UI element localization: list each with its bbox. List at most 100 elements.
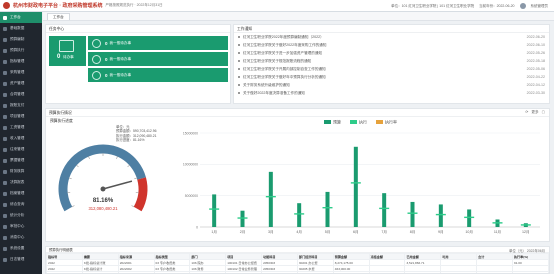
bar-executed <box>467 209 472 227</box>
task-label: 我一般待办事 <box>109 72 132 77</box>
notice-date: 2022-04-12 <box>526 83 545 87</box>
legend-swatch <box>376 120 383 124</box>
pending-task-tile[interactable]: 0 待办事 <box>49 36 86 66</box>
refresh-icon[interactable]: ⟳ <box>525 110 528 115</box>
task-count: 0 <box>105 56 108 62</box>
task-center-panel: 任务中心 0 待办事 0 我一般待办事 0 我一般待办事 0 我一般待办事 <box>45 24 231 104</box>
pending-count: 0 <box>57 54 61 60</box>
gauge-tick <box>88 155 90 159</box>
sidebar-item[interactable]: 档案管理 <box>0 188 42 199</box>
execution-rate: 执行进度：81.16% <box>116 138 145 143</box>
budget-detail-panel: 预算执行明细表 单位（元） 2022年06月 指标号 摘要 指标来源 指标类型 部门 项目… <box>45 246 550 274</box>
sidebar-item[interactable]: 审批中心 <box>0 221 42 232</box>
budget-execution-title: 预算执行情况 <box>46 109 549 117</box>
sidebar-item[interactable]: 采购管理 <box>0 67 42 78</box>
task-center-title: 任务中心 <box>46 25 230 33</box>
sidebar-item[interactable]: 合同管理 <box>0 89 42 100</box>
budget-execution-panel: 预算执行情况 ⟳ 更多 ▢ 预算执行进度 单位：元 预算金额：590,703,4… <box>45 108 550 242</box>
task-tile-2[interactable]: 0 我一般待办事 <box>88 52 228 66</box>
bullet-icon <box>238 76 240 78</box>
bullet-icon <box>238 44 240 46</box>
menu-icon <box>3 213 7 218</box>
gauge-tick <box>71 205 75 208</box>
notice-list: 红河卫生职业学院2022年度预算编制通知（2022） 2022-06-20 红河卫生… <box>234 33 549 97</box>
task-count: 0 <box>105 40 108 46</box>
current-date: 当前年份：2022-06-20 <box>479 3 515 8</box>
sidebar-item-label: 系统设置 <box>10 246 25 250</box>
bar-executed <box>410 201 415 227</box>
notice-item[interactable]: 红河卫生职业学院关于规范报账流程的通知 2022-05-18 <box>234 57 549 65</box>
sidebar-item[interactable]: 决算报表 <box>0 177 42 188</box>
task-label: 我一般待办事 <box>109 56 132 61</box>
sidebar-item[interactable]: 资产管理 <box>0 78 42 89</box>
sidebar-item[interactable]: 收入管理 <box>0 133 42 144</box>
sidebar-item[interactable]: 项目管理 <box>0 111 42 122</box>
sidebar-item[interactable]: 消息中心 <box>0 232 42 243</box>
sidebar-item-label: 日志管理 <box>10 257 25 261</box>
sidebar-item[interactable]: 票据管理 <box>0 155 42 166</box>
notice-date: 2022-04-22 <box>526 75 545 79</box>
sidebar-item[interactable]: 预算编制 <box>0 34 42 45</box>
maximize-icon[interactable]: ▢ <box>542 110 545 115</box>
menu-icon <box>3 158 7 163</box>
task-tile-3[interactable]: 0 我一般待办事 <box>88 68 228 82</box>
sidebar-item[interactable]: 工作台 <box>0 12 42 23</box>
menu-icon <box>3 114 7 119</box>
notice-text: 红河卫生职业学院2022年度预算编制通知（2022） <box>243 35 324 39</box>
sidebar-item-label: 综合查询 <box>10 202 25 206</box>
sidebar-item[interactable]: 系统设置 <box>0 243 42 254</box>
gauge-percent: 81.16% <box>93 198 114 204</box>
y-tick-label: 5000000 <box>185 194 198 198</box>
sidebar-item[interactable]: 报账支付 <box>0 100 42 111</box>
sidebar-item[interactable]: 统计分析 <box>0 210 42 221</box>
tab-workbench[interactable]: 工作台 <box>47 13 70 20</box>
y-tick-label: 0 <box>196 225 198 229</box>
x-tick-label: 2月 <box>240 229 246 234</box>
gauge-tick <box>134 177 138 180</box>
task-icon <box>92 54 101 64</box>
sidebar-item[interactable]: 综合查询 <box>0 199 42 210</box>
avatar[interactable] <box>519 3 526 9</box>
gauge-title: 预算执行进度 <box>50 119 73 123</box>
bar-executed <box>353 146 358 227</box>
notice-item[interactable]: 红河卫生职业学院2022年度预算编制通知（2022） 2022-06-20 <box>234 33 549 41</box>
legend-swatch <box>324 120 331 124</box>
sidebar-item[interactable]: 指标管理 <box>0 56 42 67</box>
task-tile-1[interactable]: 0 我一般待办事 <box>88 36 228 50</box>
legend-label: 预算 <box>333 119 341 125</box>
notice-item[interactable]: 红河卫生职业学院关于做好年中预算执行分析的通知 2022-04-22 <box>234 73 549 81</box>
notice-date: 2022-03-30 <box>526 91 545 95</box>
sidebar-item-label: 项目管理 <box>10 114 25 118</box>
y-tick-label: 15000000 <box>183 131 198 135</box>
x-tick-label: 1月 <box>211 229 217 234</box>
menu-icon <box>3 147 7 152</box>
x-tick-label: 10月 <box>465 229 473 234</box>
menu-icon <box>3 180 7 185</box>
sidebar-item[interactable]: 日志管理 <box>0 254 42 265</box>
notice-item[interactable]: 关于财务系统升级维护的通知 2022-04-12 <box>234 81 549 89</box>
logo <box>3 2 10 9</box>
notice-item[interactable]: 红河卫生职业学院关于做好2022年度采购工作的通知 2022-06-10 <box>234 41 549 49</box>
sidebar-item-label: 决算报表 <box>10 180 25 184</box>
legend-label: 执行 <box>359 119 367 125</box>
gauge-remaining-arc <box>133 177 148 212</box>
notice-text: 红河卫生职业学院关于进一步加强资产管理的通知 <box>243 51 323 55</box>
sidebar-item[interactable]: 往来管理 <box>0 144 42 155</box>
sidebar-item-label: 审批中心 <box>10 224 25 228</box>
bullet-icon <box>238 68 240 70</box>
sidebar-item[interactable]: 预算执行 <box>0 45 42 56</box>
monthly-chart-area: 预算 执行 执行率 0 5000000 10000000 15000000 1月 2月 3月 4月 5… <box>174 117 548 241</box>
sidebar-item-label: 报账支付 <box>10 103 25 107</box>
notice-item[interactable]: 红河卫生职业学院关于开展内部控制自查工作的通知 2022-05-06 <box>234 65 549 73</box>
notice-item[interactable]: 关于做好2022年度决算准备工作的通知 2022-03-30 <box>234 89 549 97</box>
sidebar-item[interactable]: 基础数据 <box>0 23 42 34</box>
tab-strip: 工作台 <box>43 12 554 21</box>
sidebar-item[interactable]: 财务核算 <box>0 166 42 177</box>
more-link[interactable]: 更多 <box>531 110 538 115</box>
menu-icon <box>3 59 7 64</box>
account-name[interactable]: 系统管理员 <box>531 4 549 9</box>
sidebar-item-label: 统计分析 <box>10 213 25 217</box>
notice-item[interactable]: 红河卫生职业学院关于进一步加强资产管理的通知 2022-05-26 <box>234 49 549 57</box>
sidebar-item[interactable]: 工资管理 <box>0 122 42 133</box>
bar-executed <box>297 203 302 227</box>
